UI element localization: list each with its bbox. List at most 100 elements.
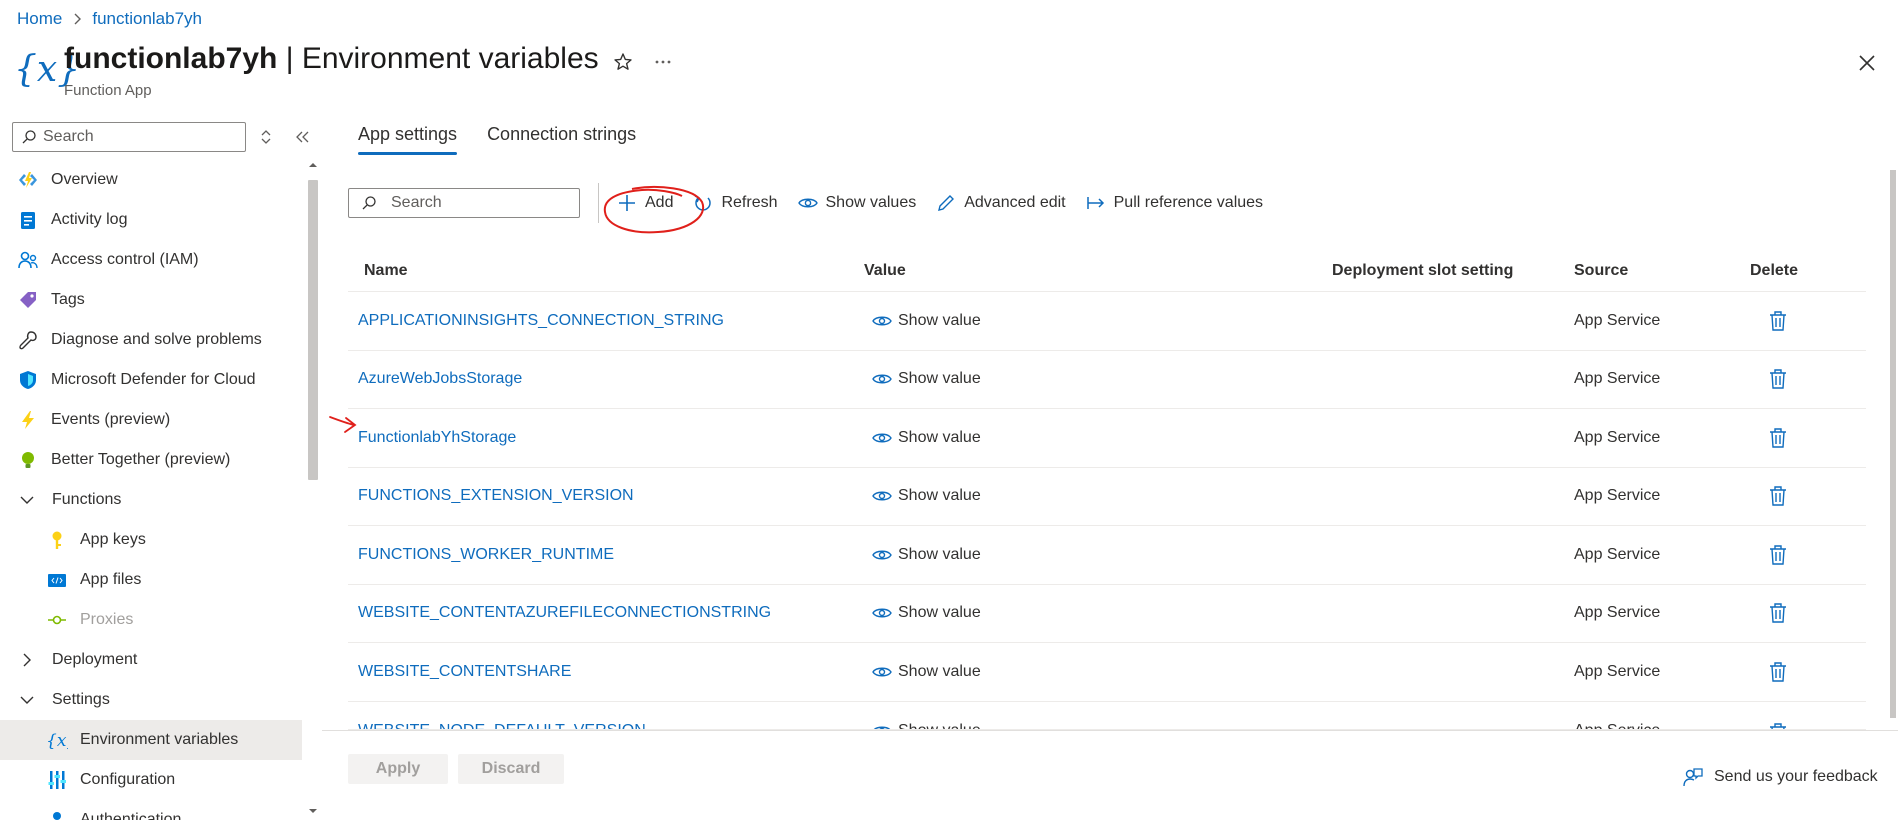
show-value-button[interactable]: Show value	[856, 370, 1332, 388]
table-row: APPLICATIONINSIGHTS_CONNECTION_STRING Sh…	[348, 292, 1866, 351]
annotation-circle	[603, 186, 705, 234]
content-scrollbar[interactable]	[1888, 170, 1898, 718]
column-header-slot[interactable]: Deployment slot setting	[1332, 262, 1574, 280]
eye-icon	[872, 491, 892, 501]
breadcrumb-resource[interactable]: functionlab7yh	[92, 9, 202, 29]
eye-icon	[873, 726, 891, 729]
column-header-source[interactable]: Source	[1574, 262, 1750, 280]
collapse-sidebar-icon[interactable]	[294, 128, 310, 146]
show-value-button[interactable]: Show value	[856, 663, 1332, 681]
show-value-button[interactable]: Show value	[856, 312, 1332, 330]
sidebar-item-label: App keys	[80, 531, 146, 548]
trash-icon[interactable]	[1768, 368, 1788, 390]
sidebar-item-environment-variables[interactable]: {x} Environment variables	[0, 720, 302, 760]
sidebar-item-diagnose[interactable]: Diagnose and solve problems	[0, 320, 302, 360]
sidebar-item-proxies[interactable]: Proxies	[0, 600, 302, 640]
chevron-right-icon	[23, 653, 31, 667]
trash-icon[interactable]	[1768, 310, 1788, 332]
sidebar-nav: Overview Activity log Access control (IA…	[0, 160, 302, 820]
setting-name-link[interactable]: WEBSITE_CONTENTSHARE	[358, 663, 571, 680]
trash-icon[interactable]	[1768, 544, 1788, 566]
close-icon[interactable]	[1856, 52, 1878, 74]
show-value-label: Show value	[898, 428, 981, 446]
show-value-button[interactable]: Show value	[856, 429, 1332, 447]
setting-name-link[interactable]: WEBSITE_CONTENTAZUREFILECONNECTIONSTRING	[358, 604, 771, 621]
trash-icon[interactable]	[1768, 427, 1788, 449]
sidebar-search[interactable]	[12, 122, 246, 152]
sidebar-group-settings[interactable]: Settings	[0, 680, 302, 720]
column-header-name[interactable]: Name	[348, 262, 856, 280]
more-icon[interactable]	[652, 51, 674, 73]
trash-icon[interactable]	[1768, 661, 1788, 683]
function-app-icon	[19, 172, 37, 188]
content-scrollbar-thumb[interactable]	[1890, 170, 1896, 718]
sidebar-group-functions[interactable]: Functions	[0, 480, 302, 520]
chevron-right-icon	[74, 13, 82, 25]
show-value-label: Show value	[898, 545, 981, 563]
sidebar-item-label: Access control (IAM)	[51, 251, 199, 268]
pull-reference-button-label: Pull reference values	[1113, 194, 1264, 211]
scroll-up-icon[interactable]	[308, 160, 318, 170]
show-value-label: Show value	[898, 604, 981, 622]
sidebar-item-label: Diagnose and solve problems	[51, 331, 262, 348]
trash-icon[interactable]	[1768, 722, 1788, 730]
show-value-label: Show value	[898, 487, 981, 505]
toolbar: Add Refresh Show values Advanced edit Pu…	[348, 183, 1273, 223]
sidebar-item-activity-log[interactable]: Activity log	[0, 200, 302, 240]
sidebar-item-app-keys[interactable]: App keys	[0, 520, 302, 560]
show-value-button[interactable]: Show value	[856, 604, 1332, 622]
sidebar-search-input[interactable]	[43, 128, 233, 146]
variable-icon: {x}	[46, 731, 68, 751]
sidebar-item-tags[interactable]: Tags	[0, 280, 302, 320]
refresh-button-label: Refresh	[721, 194, 778, 211]
show-value-button[interactable]: Show value	[856, 722, 1332, 729]
breadcrumb-home[interactable]: Home	[17, 9, 62, 29]
sidebar-item-app-files[interactable]: App files	[0, 560, 302, 600]
source-cell: App Service	[1574, 604, 1661, 622]
sidebar-item-better-together[interactable]: Better Together (preview)	[0, 440, 302, 480]
setting-name-link[interactable]: FUNCTIONS_EXTENSION_VERSION	[358, 487, 634, 504]
sidebar-group-deployment[interactable]: Deployment	[0, 640, 302, 680]
apply-button[interactable]: Apply	[348, 754, 448, 784]
sidebar-item-defender[interactable]: Microsoft Defender for Cloud	[0, 360, 302, 400]
sidebar-item-configuration[interactable]: Configuration	[0, 760, 302, 800]
feedback-link[interactable]: Send us your feedback	[1682, 766, 1878, 788]
setting-name-link[interactable]: FUNCTIONS_WORKER_RUNTIME	[358, 546, 614, 563]
scroll-down-icon[interactable]	[308, 806, 318, 816]
sidebar-scrollbar[interactable]	[304, 160, 318, 820]
sidebar-item-label: Functions	[52, 491, 122, 508]
setting-name-link[interactable]: WEBSITE_NODE_DEFAULT_VERSION	[358, 722, 646, 729]
settings-search[interactable]	[348, 188, 580, 218]
tab-connection-strings[interactable]: Connection strings	[487, 124, 636, 155]
setting-name-link[interactable]: AzureWebJobsStorage	[358, 370, 522, 387]
pull-reference-values-button[interactable]: Pull reference values	[1076, 186, 1273, 220]
sidebar-item-events[interactable]: Events (preview)	[0, 400, 302, 440]
search-icon	[362, 196, 376, 210]
sidebar-item-authentication[interactable]: Authentication	[0, 800, 302, 820]
eye-icon	[872, 550, 892, 560]
show-values-button-label: Show values	[825, 194, 917, 211]
sidebar-scrollbar-thumb[interactable]	[308, 180, 318, 480]
table-header: Name Value Deployment slot setting Sourc…	[348, 250, 1866, 292]
eye-icon	[872, 433, 892, 443]
discard-button[interactable]: Discard	[458, 754, 564, 784]
show-values-button[interactable]: Show values	[788, 186, 927, 220]
show-value-button[interactable]: Show value	[856, 487, 1332, 505]
tab-app-settings[interactable]: App settings	[358, 124, 458, 155]
star-icon[interactable]	[612, 51, 634, 73]
advanced-edit-button[interactable]: Advanced edit	[926, 186, 1075, 220]
page-title-section: | Environment variables	[285, 42, 599, 75]
proxy-icon	[48, 615, 66, 625]
show-value-button[interactable]: Show value	[856, 546, 1332, 564]
sidebar-item-access-control[interactable]: Access control (IAM)	[0, 240, 302, 280]
column-header-value[interactable]: Value	[856, 262, 1332, 280]
settings-search-input[interactable]	[391, 194, 561, 212]
trash-icon[interactable]	[1768, 485, 1788, 507]
sidebar-item-overview[interactable]: Overview	[0, 160, 302, 200]
sidebar-item-label: Settings	[52, 691, 110, 708]
eye-icon	[872, 667, 892, 677]
sort-updown-icon[interactable]	[258, 128, 274, 146]
trash-icon[interactable]	[1768, 602, 1788, 624]
setting-name-link[interactable]: FunctionlabYhStorage	[358, 429, 516, 446]
setting-name-link[interactable]: APPLICATIONINSIGHTS_CONNECTION_STRING	[358, 312, 724, 329]
